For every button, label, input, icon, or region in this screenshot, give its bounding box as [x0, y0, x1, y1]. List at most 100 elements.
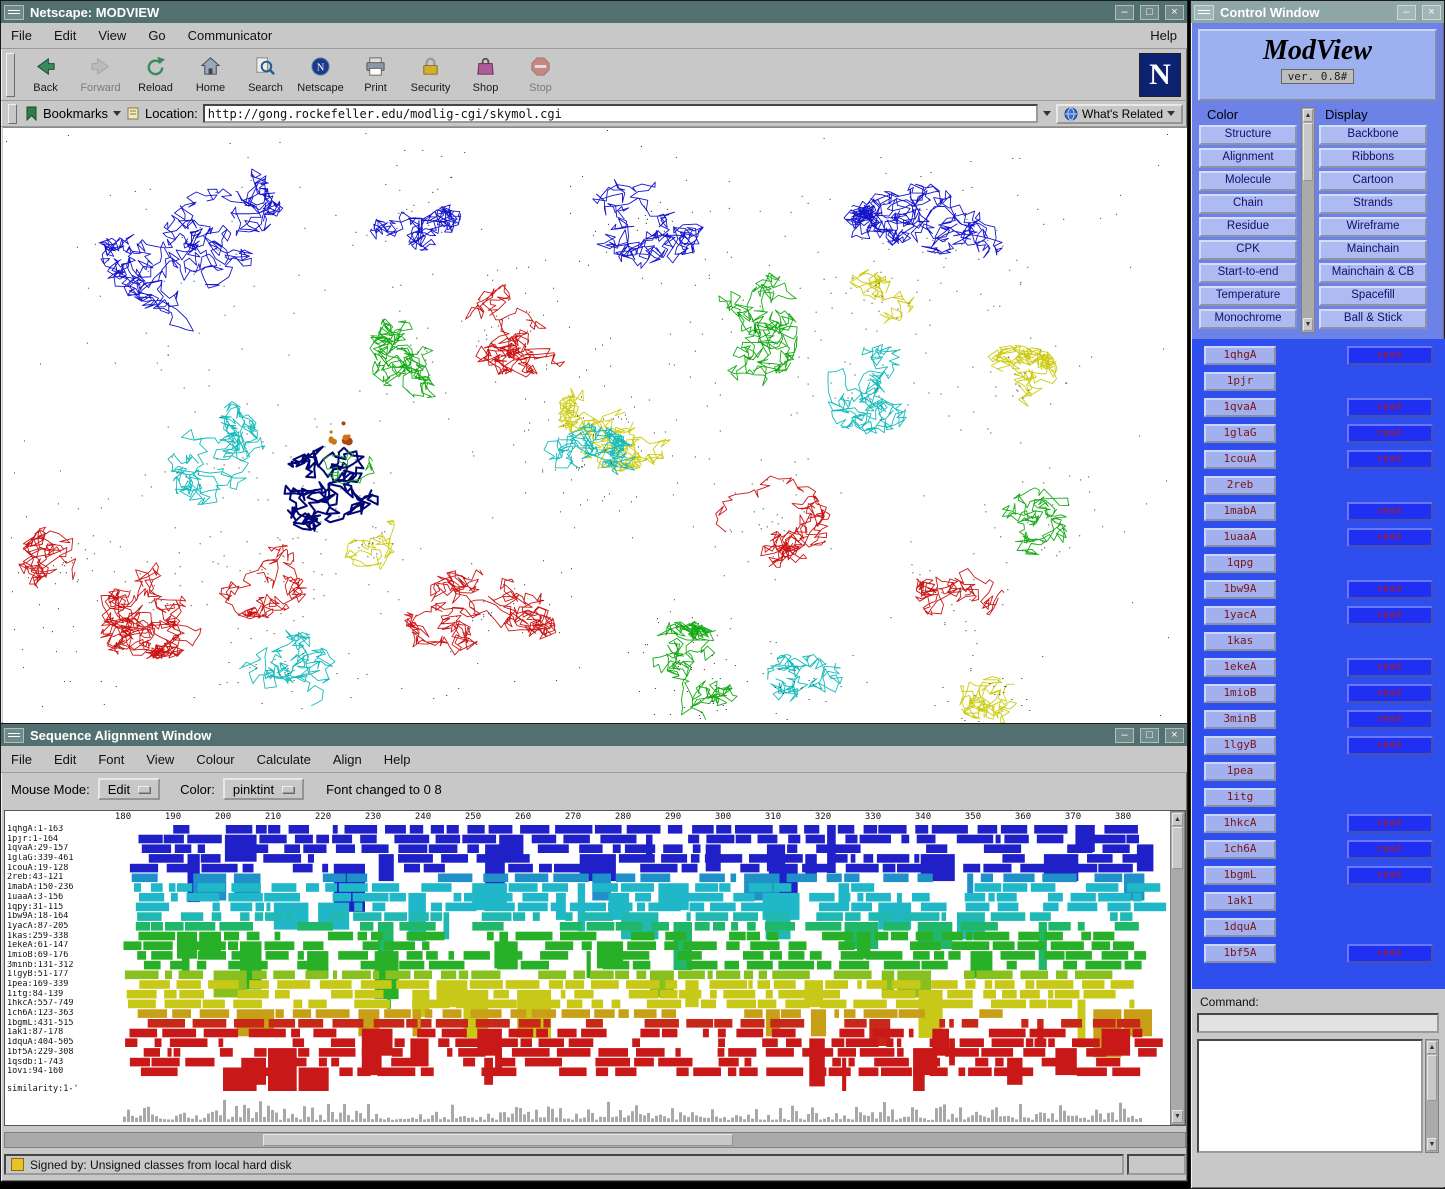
rest-3minb-button[interactable]: rest	[1347, 710, 1433, 729]
seq-menu-font[interactable]: Font	[98, 752, 124, 767]
seq-menu-align[interactable]: Align	[333, 752, 362, 767]
protein-1ekea-button[interactable]: 1ekeA	[1204, 658, 1276, 677]
sequence-row-label[interactable]: 1mabA:150-236	[7, 883, 120, 893]
alignment-panel[interactable]: 1801902002102202302402502602702802903003…	[4, 810, 1186, 1126]
rest-1maba-button[interactable]: rest	[1347, 502, 1433, 521]
toolbar-stop-button[interactable]: Stop	[513, 51, 568, 99]
close-button[interactable]: ×	[1422, 5, 1441, 20]
protein-1yaca-button[interactable]: 1yacA	[1204, 606, 1276, 625]
minimize-button[interactable]: –	[1115, 5, 1134, 20]
rest-1coua-button[interactable]: rest	[1347, 450, 1433, 469]
protein-1bgml-button[interactable]: 1bgmL	[1204, 866, 1276, 885]
protein-1itg-button[interactable]: 1itg	[1204, 788, 1276, 807]
toolbar-forward-button[interactable]: Forward	[73, 51, 128, 99]
menu-communicator[interactable]: Communicator	[188, 28, 273, 43]
command-output[interactable]	[1197, 1039, 1423, 1153]
locbar-grip[interactable]	[8, 104, 17, 124]
netscape-titlebar[interactable]: Netscape: MODVIEW – □ ×	[1, 1, 1187, 23]
alignment-vscroll-thumb[interactable]	[1172, 827, 1183, 869]
control-scroll-thumb[interactable]	[1303, 123, 1313, 181]
display-mainchain-cb-button[interactable]: Mainchain & CB	[1319, 263, 1427, 283]
rest-1ch6a-button[interactable]: rest	[1347, 840, 1433, 859]
sequence-row-label[interactable]: 1couA:19-128	[7, 864, 120, 874]
rest-1yaca-button[interactable]: rest	[1347, 606, 1433, 625]
seq-menu-edit[interactable]: Edit	[54, 752, 76, 767]
location-input[interactable]	[203, 104, 1038, 123]
color-structure-button[interactable]: Structure	[1199, 125, 1297, 145]
protein-1maba-button[interactable]: 1mabA	[1204, 502, 1276, 521]
seq-menu-help[interactable]: Help	[384, 752, 411, 767]
sequence-row-label[interactable]: 1pea:169-339	[7, 980, 120, 990]
control-titlebar[interactable]: Control Window – ×	[1191, 1, 1444, 23]
protein-1kas-button[interactable]: 1kas	[1204, 632, 1276, 651]
sequence-row-label[interactable]: 3minb:131-312	[7, 961, 120, 971]
rest-1bgml-button[interactable]: rest	[1347, 866, 1433, 885]
display-ribbons-button[interactable]: Ribbons	[1319, 148, 1427, 168]
display-ball-stick-button[interactable]: Ball & Stick	[1319, 309, 1427, 329]
netscape-logo[interactable]: N	[1139, 53, 1181, 97]
mouse-mode-select[interactable]: Edit	[98, 778, 160, 800]
seq-menu-file[interactable]: File	[11, 752, 32, 767]
toolbar-print-button[interactable]: Print	[348, 51, 403, 99]
rest-1uaaa-button[interactable]: rest	[1347, 528, 1433, 547]
sequence-titlebar[interactable]: Sequence Alignment Window – □ ×	[1, 724, 1187, 746]
seq-menu-colour[interactable]: Colour	[196, 752, 234, 767]
seq-menu-view[interactable]: View	[146, 752, 174, 767]
protein-1ch6a-button[interactable]: 1ch6A	[1204, 840, 1276, 859]
toolbar-netscape-button[interactable]: NNetscape	[293, 51, 348, 99]
toolbar-reload-button[interactable]: Reload	[128, 51, 183, 99]
alignment-vscrollbar[interactable]: ▲ ▼	[1170, 811, 1185, 1125]
toolbar-shop-button[interactable]: Shop	[458, 51, 513, 99]
menu-help[interactable]: Help	[1150, 28, 1177, 43]
sequence-row-label[interactable]: 1qvaA:29-157	[7, 844, 120, 854]
protein-2reb-button[interactable]: 2reb	[1204, 476, 1276, 495]
sequence-row-label[interactable]: 1qpy:31-115	[7, 903, 120, 913]
rest-1miob-button[interactable]: rest	[1347, 684, 1433, 703]
menu-edit[interactable]: Edit	[54, 28, 76, 43]
molecule-viewport[interactable]	[3, 127, 1187, 723]
color-molecule-button[interactable]: Molecule	[1199, 171, 1297, 191]
scroll-up-icon[interactable]: ▲	[1303, 109, 1313, 122]
sequence-row-label[interactable]: 1ovi:94-160	[7, 1067, 120, 1077]
toolbar-back-button[interactable]: Back	[18, 51, 73, 99]
protein-1coua-button[interactable]: 1couA	[1204, 450, 1276, 469]
menu-file[interactable]: File	[11, 28, 32, 43]
maximize-button[interactable]: □	[1140, 5, 1159, 20]
protein-1bw9a-button[interactable]: 1bw9A	[1204, 580, 1276, 599]
rest-1qhga-button[interactable]: rest	[1347, 346, 1433, 365]
sequence-row-label[interactable]: 1bw9A:18-164	[7, 912, 120, 922]
display-strands-button[interactable]: Strands	[1319, 194, 1427, 214]
whats-related-button[interactable]: What's Related	[1056, 104, 1183, 124]
command-input[interactable]	[1197, 1013, 1439, 1033]
scroll-down-icon[interactable]: ▼	[1427, 1138, 1437, 1151]
location-dropdown-icon[interactable]	[1043, 111, 1051, 116]
color-alignment-button[interactable]: Alignment	[1199, 148, 1297, 168]
rest-1qvaa-button[interactable]: rest	[1347, 398, 1433, 417]
sequence-row-label[interactable]: 1qsdb:1-743	[7, 1058, 120, 1068]
protein-1pjr-button[interactable]: 1pjr	[1204, 372, 1276, 391]
protein-1bf5a-button[interactable]: 1bf5A	[1204, 944, 1276, 963]
sequence-row-label[interactable]: 1yacA:87-205	[7, 922, 120, 932]
color-monochrome-button[interactable]: Monochrome	[1199, 309, 1297, 329]
protein-1lgyb-button[interactable]: 1lgyB	[1204, 736, 1276, 755]
toolbar-grip[interactable]	[6, 53, 15, 97]
rest-1glag-button[interactable]: rest	[1347, 424, 1433, 443]
display-mainchain-button[interactable]: Mainchain	[1319, 240, 1427, 260]
sequence-row-label[interactable]: 2reb:43-121	[7, 873, 120, 883]
protein-1glag-button[interactable]: 1glaG	[1204, 424, 1276, 443]
sequence-row-label[interactable]: 1ekeA:61-147	[7, 941, 120, 951]
alignment-hscrollbar[interactable]	[4, 1132, 1186, 1148]
bookmarks-dropdown-icon[interactable]	[113, 111, 121, 116]
protein-1qpg-button[interactable]: 1qpg	[1204, 554, 1276, 573]
sequence-row-label[interactable]: 1glaG:339-461	[7, 854, 120, 864]
window-menu-icon[interactable]	[4, 5, 24, 20]
color-start-to-end-button[interactable]: Start-to-end	[1199, 263, 1297, 283]
bookmarks-button[interactable]: Bookmarks	[43, 106, 108, 121]
display-cartoon-button[interactable]: Cartoon	[1319, 171, 1427, 191]
scroll-up-icon[interactable]: ▲	[1427, 1041, 1437, 1054]
sequence-row-label[interactable]: 1lgyB:51-177	[7, 970, 120, 980]
toolbar-security-button[interactable]: Security	[403, 51, 458, 99]
protein-1pea-button[interactable]: 1pea	[1204, 762, 1276, 781]
menu-go[interactable]: Go	[148, 28, 165, 43]
color-residue-button[interactable]: Residue	[1199, 217, 1297, 237]
